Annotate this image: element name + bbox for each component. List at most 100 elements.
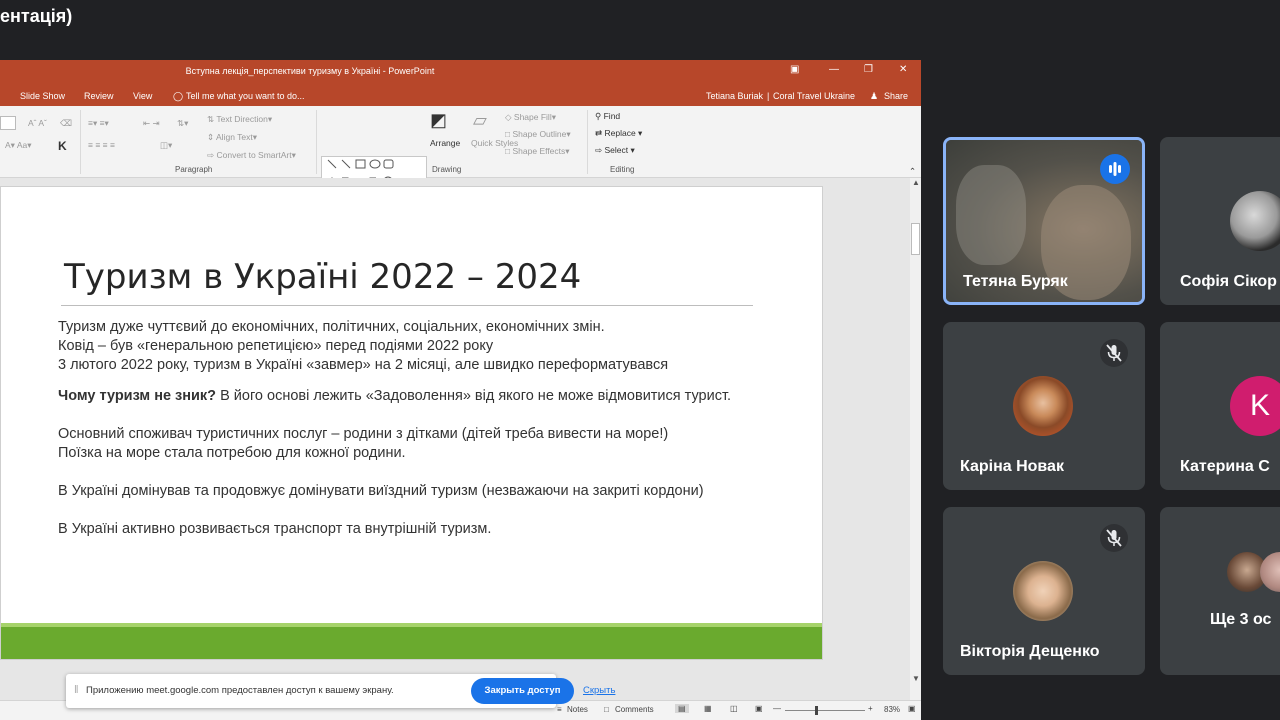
slideshow-view-icon[interactable]: ▣ — [755, 704, 763, 713]
text-direction-button[interactable]: ⇅ Text Direction▾ — [207, 114, 272, 125]
shape-fill-button[interactable]: ◇ Shape Fill▾ — [505, 112, 556, 123]
person-icon: ♟ — [870, 91, 879, 101]
slide-sorter-icon[interactable]: ▦ — [704, 704, 712, 713]
ribbon-separator — [587, 110, 588, 174]
minimize-icon[interactable]: — — [829, 64, 839, 75]
replace-button[interactable]: ⇄ Replace ▾ — [595, 128, 642, 139]
tab-slide-show[interactable]: Slide Show — [20, 91, 65, 101]
participant-name: Каріна Новак — [960, 458, 1064, 475]
maximize-icon[interactable]: ❐ — [864, 64, 873, 75]
slide-paragraph-2: Чому туризм не зник? В його основі лежит… — [58, 387, 758, 406]
slide-line-2: Ковід – був «генеральною репетицією» пер… — [58, 338, 494, 354]
collapse-ribbon-icon[interactable]: ⌃ — [909, 166, 916, 177]
account-name[interactable]: Tetiana Buriak — [706, 91, 763, 101]
quick-styles-icon: ▱ — [473, 110, 487, 130]
scroll-up-icon[interactable]: ▲ — [912, 178, 920, 187]
fit-slide-icon[interactable]: ▣ — [908, 704, 916, 713]
participant-name: Катерина С — [1180, 458, 1270, 475]
grow-font-icon[interactable]: Aˆ Aˇ — [28, 118, 47, 128]
slide-line-8: В Україні активно розвивається транспорт… — [58, 521, 492, 537]
participant-tile-more[interactable]: Ще 3 ос — [1160, 507, 1280, 675]
ribbon-display-icon[interactable]: ▣ — [790, 64, 799, 75]
ppt-menu-bar: Slide Show Review View ◯ Tell me what yo… — [0, 86, 921, 106]
screen-share-notice: ‖ Приложению meet.google.com предоставле… — [66, 674, 615, 708]
zoom-in-icon[interactable]: + — [868, 704, 873, 713]
lightbulb-icon: ◯ — [173, 91, 184, 101]
bullets-icon[interactable]: ≡▾ ≡▾ — [88, 118, 109, 129]
participant-tile-karina[interactable]: Каріна Новак — [943, 322, 1145, 490]
audio-wave-icon — [1100, 154, 1130, 184]
columns-icon[interactable]: ◫▾ — [160, 140, 172, 151]
title-divider — [61, 305, 753, 306]
slide-line-6: Поїзка на море стала потребою для кожної… — [58, 445, 406, 461]
clear-format-icon[interactable]: ⌫ — [60, 118, 72, 129]
convert-smartart-button[interactable]: ⇨ Convert to SmartArt▾ — [207, 150, 296, 161]
group-editing-label: Editing — [610, 165, 635, 174]
participant-tile-tetiana[interactable]: Тетяна Буряк — [943, 137, 1145, 305]
zoom-slider-thumb[interactable] — [815, 706, 818, 715]
tell-me-search[interactable]: Tell me what you want to do... — [186, 91, 305, 101]
slide-line-3: 3 лютого 2022 року, туризм в Україні «за… — [58, 357, 669, 373]
shape-outline-button[interactable]: □ Shape Outline▾ — [505, 129, 571, 140]
presentation-title: ентація) — [0, 6, 73, 26]
ribbon: Aˆ Aˇ ⌫ A▾ Aa▾ K ≡▾ ≡▾ ⇤ ⇥ ⇅▾ ≡ ≡ ≡ ≡ ◫▾… — [0, 106, 921, 204]
video-blur-bg — [956, 165, 1026, 265]
select-button[interactable]: ⇨ Select ▾ — [595, 145, 635, 156]
slide-line-7: В Україні домінував та продовжує домінув… — [58, 483, 704, 499]
mic-off-icon — [1100, 524, 1128, 552]
stop-sharing-button[interactable]: Закрыть доступ — [471, 678, 574, 704]
align-icons[interactable]: ≡ ≡ ≡ ≡ — [88, 140, 115, 150]
find-button[interactable]: ⚲ Find — [595, 111, 620, 122]
font-color-icon[interactable]: A▾ Aa▾ — [5, 140, 32, 151]
reading-view-icon[interactable]: ◫ — [730, 704, 738, 713]
align-text-button[interactable]: ⇕ Align Text▾ — [207, 132, 257, 143]
ribbon-separator — [80, 110, 81, 174]
drag-handle-icon[interactable]: ‖ — [74, 684, 79, 696]
shape-effects-button[interactable]: □ Shape Effects▾ — [505, 146, 570, 157]
slide[interactable]: Туризм в Україні 2022 – 2024 Туризм дуже… — [0, 186, 823, 660]
meet-top-bar: ентація) — [0, 0, 1280, 40]
participant-tile-viktoriia[interactable]: Вікторія Дещенко — [943, 507, 1145, 675]
font-size-box[interactable] — [0, 116, 16, 130]
slide-title: Туризм в Україні 2022 – 2024 — [64, 257, 582, 297]
ribbon-separator — [316, 110, 317, 174]
share-notice-text: Приложению meet.google.com предоставлен … — [86, 685, 394, 696]
participant-tile-kateryna[interactable]: K Катерина С — [1160, 322, 1280, 490]
line-spacing-icon[interactable]: ⇅▾ — [177, 118, 188, 129]
slide-line-5: Основний споживач туристичних послуг – р… — [58, 426, 669, 442]
avatar — [1260, 552, 1280, 592]
arrange-icon: ◩ — [430, 110, 448, 130]
more-participants-label: Ще 3 ос — [1210, 611, 1272, 628]
participant-tile-sofia[interactable]: Софія Сікор — [1160, 137, 1280, 305]
scroll-down-icon[interactable]: ▼ — [912, 674, 920, 683]
scroll-thumb[interactable] — [911, 223, 920, 255]
account-org: Coral Travel Ukraine — [773, 91, 856, 101]
strikethrough-icon[interactable]: K — [58, 139, 67, 153]
participant-name: Вікторія Дещенко — [960, 643, 1100, 660]
close-icon[interactable]: ✕ — [899, 64, 907, 75]
zoom-level[interactable]: 83% — [884, 705, 900, 714]
account-separator: | — [767, 91, 770, 101]
zoom-slider[interactable] — [785, 710, 865, 711]
vertical-scrollbar[interactable]: ▲ ▼ — [910, 178, 921, 700]
paragraph-2-text: В його основі лежить «Задоволення» від я… — [216, 388, 732, 404]
tab-review[interactable]: Review — [84, 91, 114, 101]
ppt-window-title: Вступна лекція_перспективи туризму в Укр… — [185, 66, 435, 76]
ppt-title-bar: Вступна лекція_перспективи туризму в Укр… — [0, 60, 921, 86]
avatar — [1013, 376, 1073, 436]
normal-view-icon[interactable]: ▤ — [675, 704, 689, 713]
arrange-button[interactable]: Arrange — [430, 138, 460, 148]
bold-question: Чому туризм не зник? — [58, 388, 217, 404]
indent-icon[interactable]: ⇤ ⇥ — [143, 118, 160, 129]
tab-view[interactable]: View — [133, 91, 152, 101]
slide-line-1: Туризм дуже чуттєвий до економічних, пол… — [58, 319, 605, 335]
avatar — [1230, 191, 1280, 251]
group-paragraph-label: Paragraph — [175, 165, 213, 174]
hide-notice-link[interactable]: Скрыть — [583, 685, 615, 696]
share-button[interactable]: Share — [884, 91, 908, 101]
notes-button[interactable]: Notes — [567, 705, 588, 714]
participant-name: Софія Сікор — [1180, 273, 1277, 290]
comments-button[interactable]: Comments — [615, 705, 654, 714]
find-icon: ⚲ — [595, 111, 602, 121]
zoom-out-icon[interactable]: — — [773, 704, 781, 713]
